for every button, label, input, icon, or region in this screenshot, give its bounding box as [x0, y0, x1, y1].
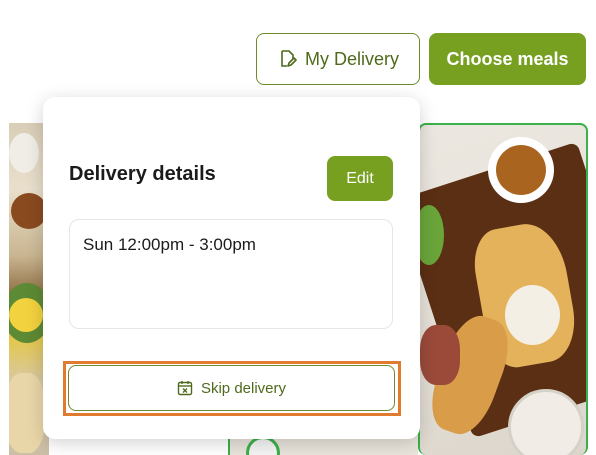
choose-meals-button[interactable]: Choose meals [429, 33, 586, 85]
my-delivery-button[interactable]: My Delivery [256, 33, 420, 85]
skip-delivery-button[interactable]: Skip delivery [68, 365, 395, 411]
meal-image-right[interactable] [418, 123, 588, 455]
popup-title: Delivery details [69, 163, 216, 185]
calendar-x-icon [177, 380, 193, 396]
edit-button[interactable]: Edit [327, 156, 393, 201]
delivery-details-box: Sun 12:00pm - 3:00pm [69, 219, 393, 329]
my-delivery-label: My Delivery [304, 48, 399, 69]
skip-delivery-label: Skip delivery [200, 379, 287, 397]
delivery-details-popup: Delivery details Edit Sun 12:00pm - 3:00… [43, 97, 420, 439]
edit-note-icon [277, 49, 297, 69]
choose-meals-label: Choose meals [446, 48, 569, 69]
edit-label: Edit [346, 169, 374, 187]
delivery-time: Sun 12:00pm - 3:00pm [83, 235, 256, 254]
